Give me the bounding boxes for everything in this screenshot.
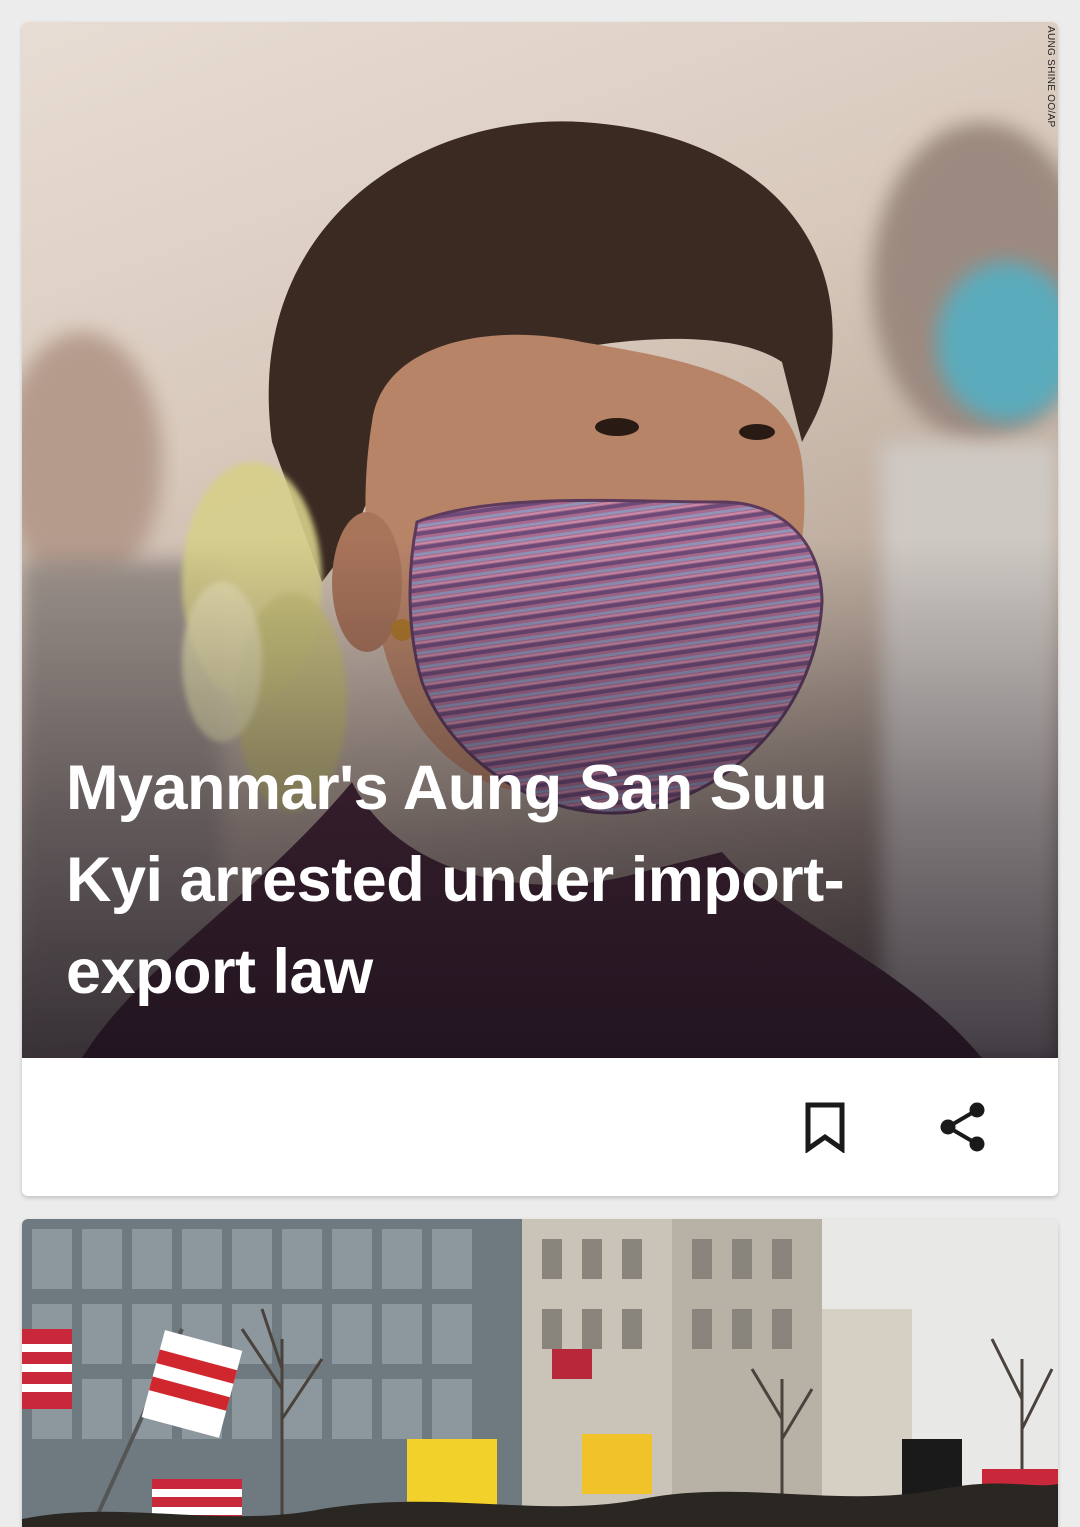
news-feed: AUNG SHINE OO/AP Myanmar's Aung San Suu … xyxy=(0,0,1080,1527)
story-action-bar xyxy=(22,1058,1058,1196)
bookmark-icon xyxy=(805,1102,845,1153)
story-image[interactable] xyxy=(22,1219,1058,1527)
photo-credit: AUNG SHINE OO/AP xyxy=(1034,22,1056,127)
story-card[interactable]: AUNG SHINE OO/AP Myanmar's Aung San Suu … xyxy=(22,22,1058,1196)
share-button[interactable] xyxy=(928,1092,998,1162)
bookmark-button[interactable] xyxy=(790,1092,860,1162)
story-card[interactable] xyxy=(22,1219,1058,1527)
rally-photo-illustration xyxy=(22,1219,1058,1527)
story-headline[interactable]: Myanmar's Aung San Suu Kyi arrested unde… xyxy=(66,742,866,1018)
story-image[interactable]: AUNG SHINE OO/AP Myanmar's Aung San Suu … xyxy=(22,22,1058,1058)
photo-credit-text: AUNG SHINE OO/AP xyxy=(1045,26,1056,128)
share-icon xyxy=(940,1102,985,1152)
